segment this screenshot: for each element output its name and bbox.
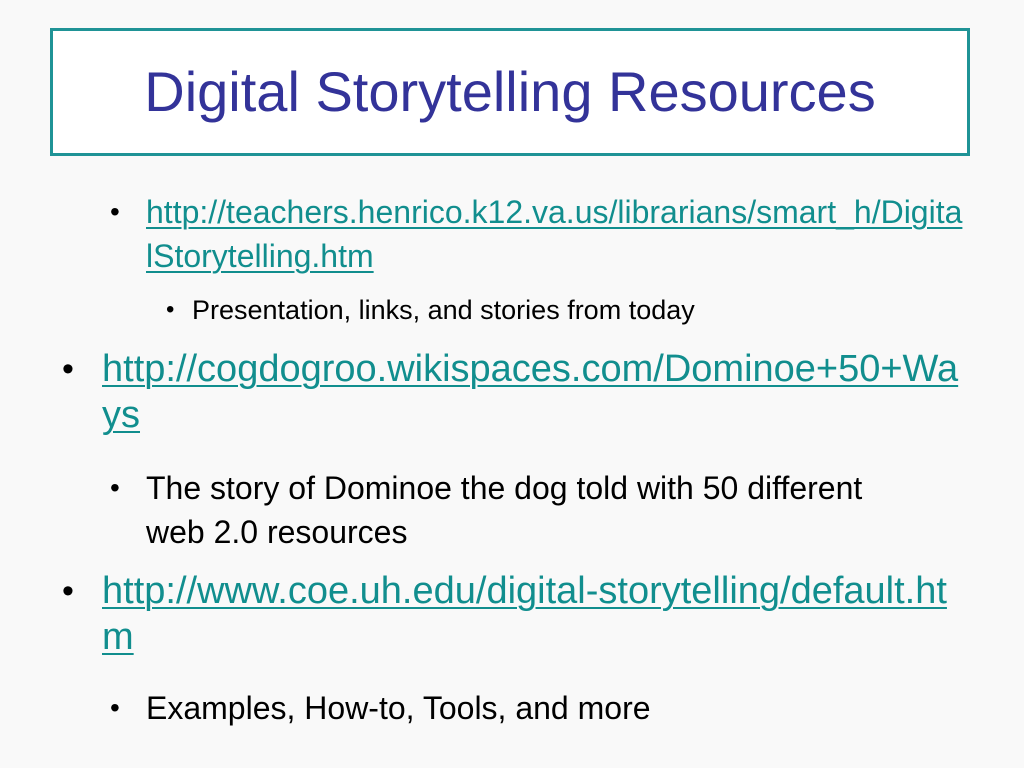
sub-bullet-icon: •	[110, 692, 120, 723]
description-text: Examples, How-to, Tools, and more	[146, 690, 651, 726]
description-text: Presentation, links, and stories from to…	[192, 295, 695, 325]
description-text: The story of Dominoe the dog told with 5…	[146, 470, 863, 550]
slide-title: Digital Storytelling Resources	[144, 60, 876, 123]
resource-item-3: • http://www.coe.uh.edu/digital-storytel…	[62, 568, 964, 660]
resource-item-2: • http://cogdogroo.wikispaces.com/Domino…	[62, 346, 964, 438]
sub-bullet-icon: •	[166, 296, 175, 323]
bullet-icon: •	[62, 572, 74, 610]
resource-item-1: • http://teachers.henrico.k12.va.us/libr…	[110, 190, 978, 278]
resource-description-2: • The story of Dominoe the dog told with…	[110, 466, 918, 554]
resource-link-2[interactable]: http://cogdogroo.wikispaces.com/Dominoe+…	[102, 346, 964, 438]
resource-description-3: • Examples, How-to, Tools, and more	[110, 686, 918, 730]
title-box: Digital Storytelling Resources	[50, 28, 970, 156]
resource-description-1: • Presentation, links, and stories from …	[166, 292, 970, 328]
resource-link-1[interactable]: http://teachers.henrico.k12.va.us/librar…	[146, 190, 966, 278]
bullet-icon: •	[110, 196, 120, 227]
bullet-icon: •	[62, 350, 74, 388]
resource-link-3[interactable]: http://www.coe.uh.edu/digital-storytelli…	[102, 568, 964, 660]
sub-bullet-icon: •	[110, 472, 120, 503]
